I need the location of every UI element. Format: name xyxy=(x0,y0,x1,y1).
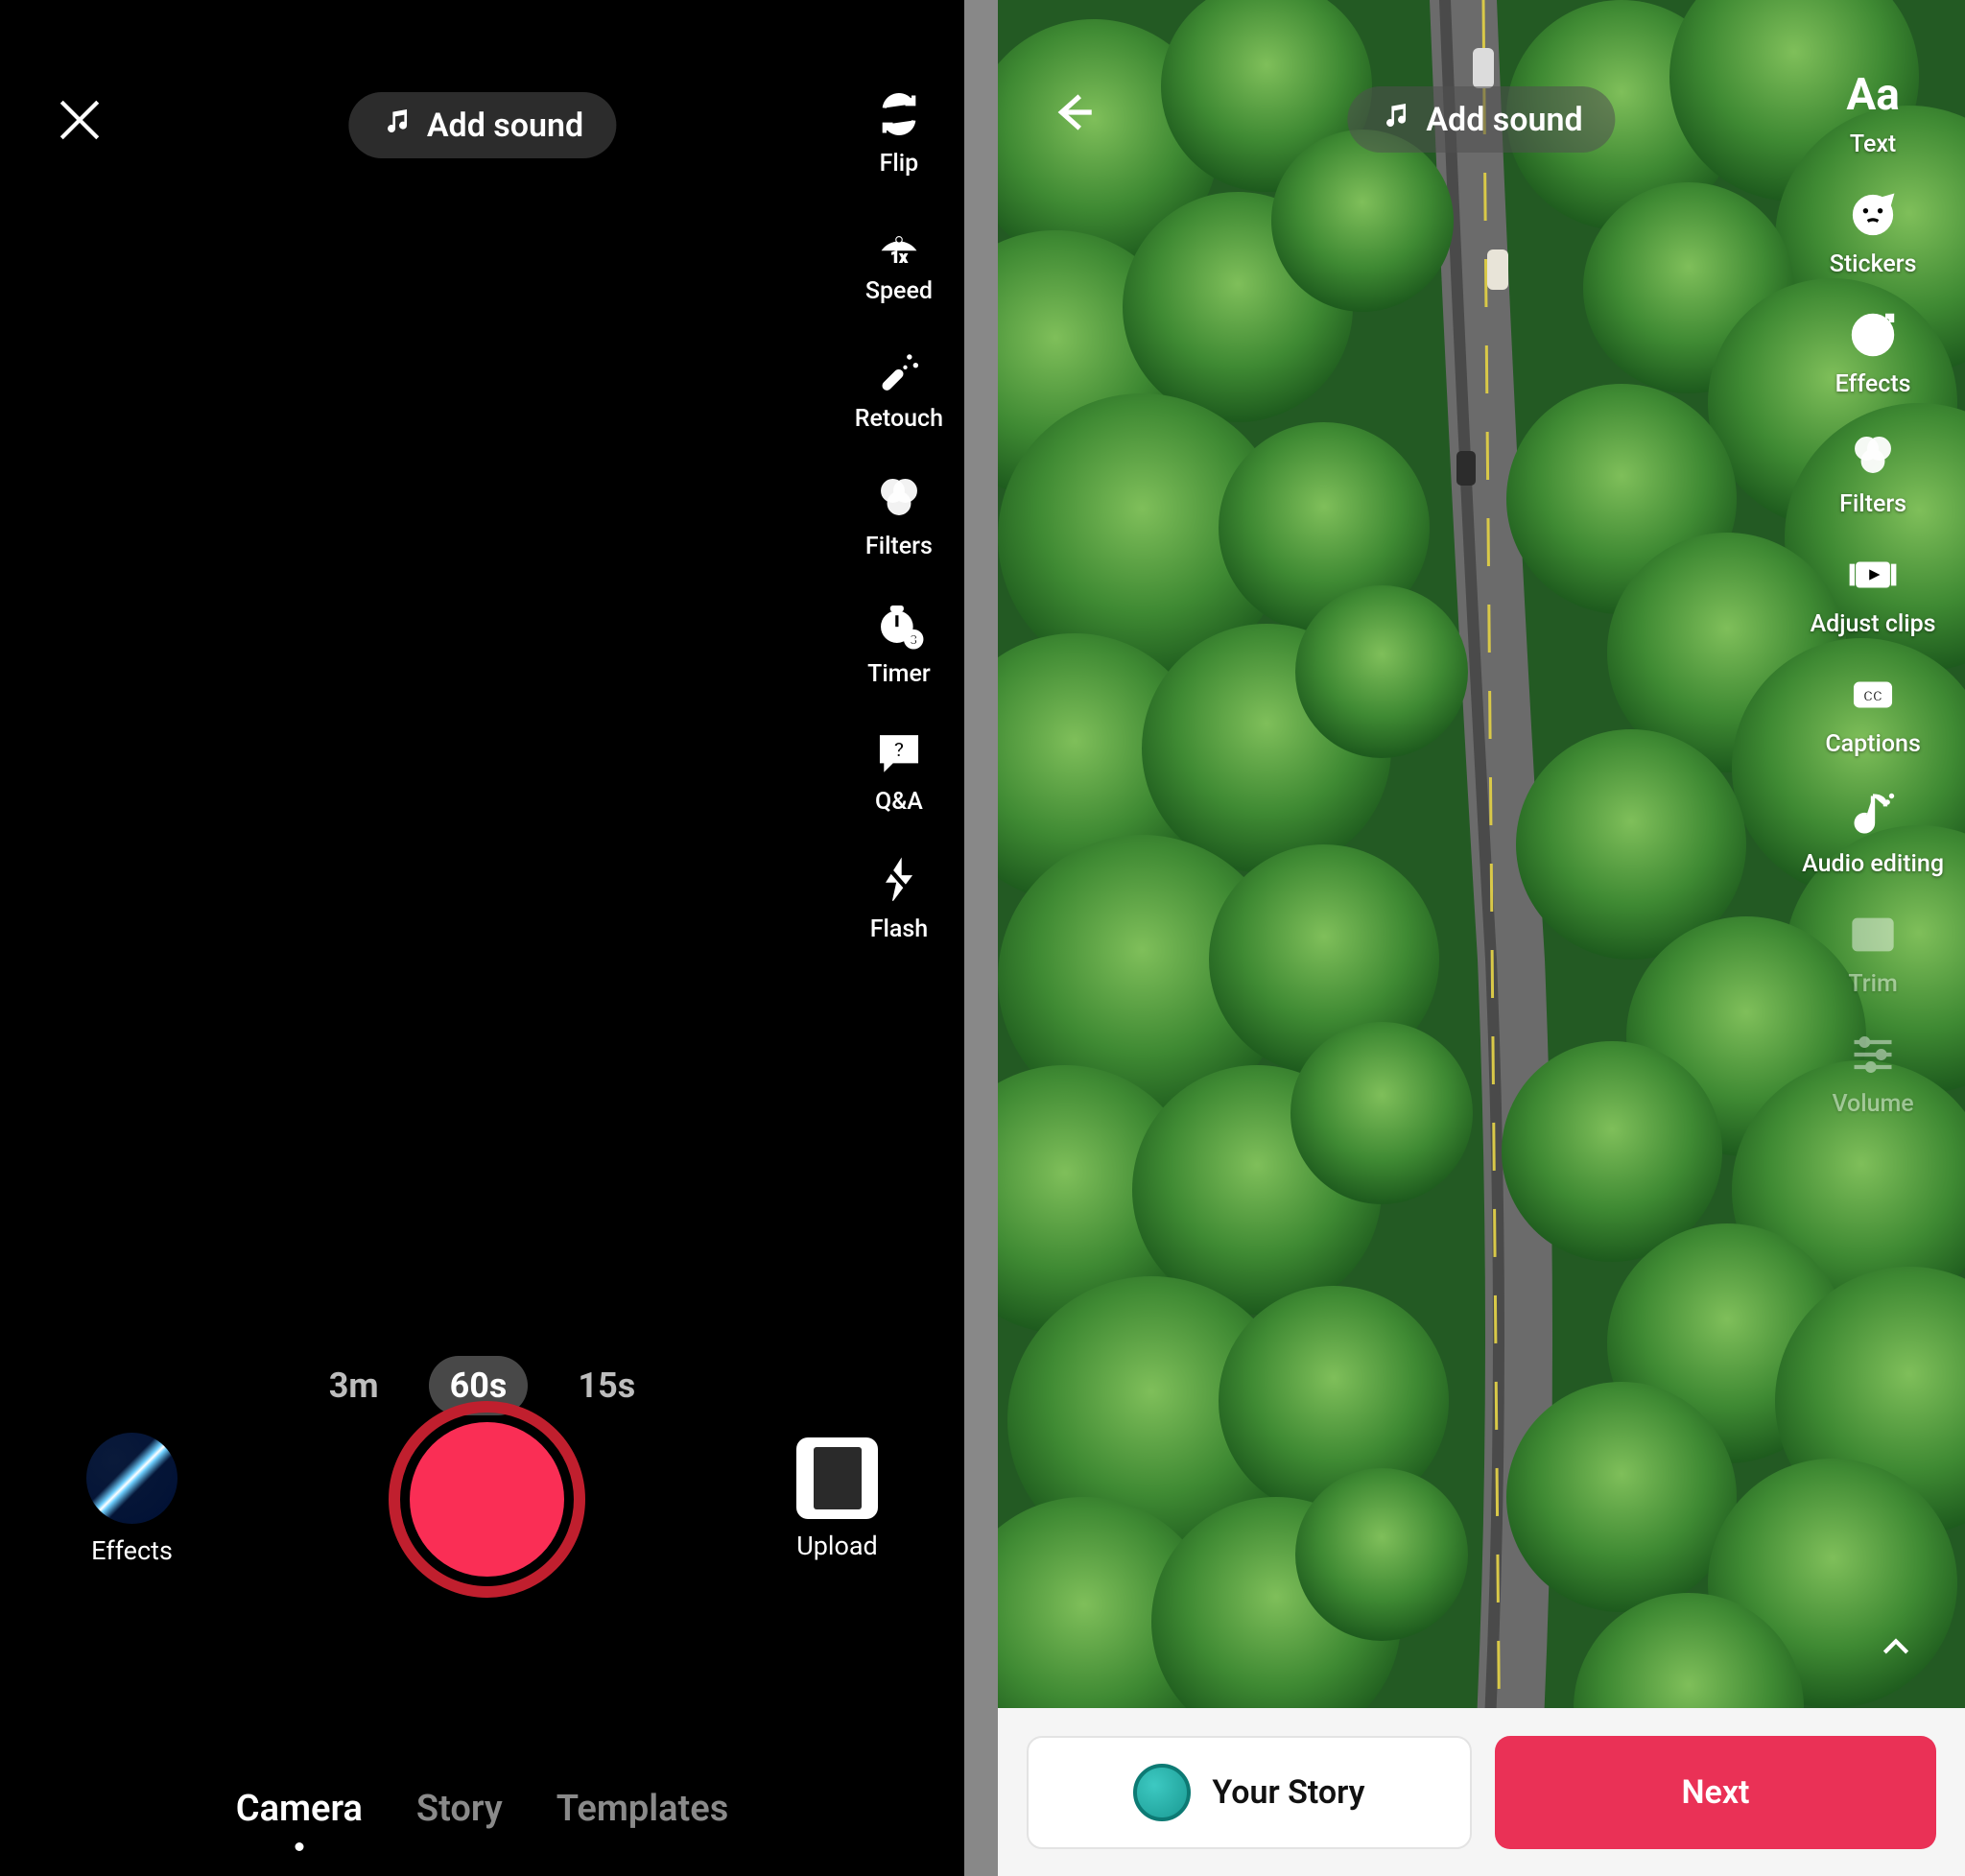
next-button[interactable]: Next xyxy=(1495,1736,1936,1849)
volume-button[interactable]: Volume xyxy=(1832,1027,1913,1118)
edit-bottom-bar: Your Story Next xyxy=(998,1708,1965,1876)
effects-button[interactable]: Effects xyxy=(1835,307,1911,398)
adjust-clips-button[interactable]: Adjust clips xyxy=(1811,547,1936,638)
captions-label: Captions xyxy=(1825,730,1921,758)
speed-button[interactable]: 1x Speed xyxy=(865,214,933,305)
globe-icon xyxy=(1133,1764,1191,1821)
flash-button[interactable]: Flash xyxy=(870,852,928,943)
back-arrow-icon xyxy=(1050,122,1098,140)
audio-editing-button[interactable]: Audio editing xyxy=(1802,787,1944,878)
effects-thumb-icon xyxy=(86,1433,178,1524)
filters-label: Filters xyxy=(865,533,933,560)
edit-tools-rail: Aa Text Stickers Effects Filters xyxy=(1802,67,1944,1118)
retouch-button[interactable]: Retouch xyxy=(855,342,943,433)
close-button[interactable] xyxy=(56,96,113,154)
flash-icon xyxy=(871,852,927,908)
add-sound-label: Add sound xyxy=(1426,101,1582,139)
retouch-icon xyxy=(871,342,927,397)
upload-label: Upload xyxy=(796,1531,878,1561)
effects-label: Effects xyxy=(1835,370,1911,398)
tab-story[interactable]: Story xyxy=(416,1788,503,1830)
audio-editing-label: Audio editing xyxy=(1802,850,1944,878)
filters-button[interactable]: Filters xyxy=(1839,427,1906,518)
next-label: Next xyxy=(1682,1773,1750,1812)
music-note-icon xyxy=(381,106,412,145)
timer-label: Timer xyxy=(867,660,931,688)
adjust-clips-icon xyxy=(1845,547,1901,603)
captions-button[interactable]: CC Captions xyxy=(1825,667,1921,758)
text-icon: Aa xyxy=(1845,67,1901,123)
volume-label: Volume xyxy=(1832,1090,1913,1118)
stickers-icon xyxy=(1845,187,1901,243)
stickers-label: Stickers xyxy=(1830,250,1917,278)
upload-thumb-icon xyxy=(796,1437,878,1519)
filters-label: Filters xyxy=(1839,490,1906,518)
tab-camera[interactable]: Camera xyxy=(236,1788,363,1830)
trim-button[interactable]: Trim xyxy=(1845,907,1901,998)
flip-button[interactable]: Flip xyxy=(871,86,927,178)
your-story-button[interactable]: Your Story xyxy=(1027,1736,1472,1849)
flash-label: Flash xyxy=(870,915,928,943)
timer-icon: 3 xyxy=(871,597,927,653)
camera-screen: Add sound Flip 1x Speed Retouch xyxy=(0,0,964,1876)
qa-button[interactable]: ? Q&A xyxy=(871,724,927,816)
bottom-actions: Effects Upload xyxy=(0,1401,964,1598)
back-button[interactable] xyxy=(1050,88,1107,146)
music-note-icon xyxy=(1380,100,1410,139)
svg-text:1x: 1x xyxy=(890,249,908,267)
effects-icon xyxy=(1845,307,1901,363)
add-sound-button[interactable]: Add sound xyxy=(1347,86,1615,153)
trim-icon xyxy=(1845,907,1901,962)
volume-icon xyxy=(1845,1027,1901,1082)
audio-editing-icon xyxy=(1845,787,1901,843)
speed-icon: 1x xyxy=(871,214,927,270)
tab-templates[interactable]: Templates xyxy=(556,1788,728,1830)
chevron-up-icon xyxy=(1877,1652,1915,1671)
close-icon xyxy=(56,130,104,148)
text-button[interactable]: Aa Text xyxy=(1845,67,1901,158)
mode-tabs: Camera Story Templates xyxy=(0,1788,964,1830)
record-core-icon xyxy=(410,1422,564,1577)
text-label: Text xyxy=(1850,131,1896,158)
svg-text:?: ? xyxy=(894,738,905,762)
edit-screen: Add sound Aa Text Stickers Effects xyxy=(998,0,1965,1876)
camera-tools-rail: Flip 1x Speed Retouch Filters xyxy=(855,86,943,943)
svg-text:CC: CC xyxy=(1863,688,1882,705)
collapse-tools-button[interactable] xyxy=(1877,1628,1923,1674)
add-sound-label: Add sound xyxy=(427,107,583,145)
filters-button[interactable]: Filters xyxy=(865,469,933,560)
your-story-label: Your Story xyxy=(1212,1773,1364,1812)
adjust-clips-label: Adjust clips xyxy=(1811,610,1936,638)
record-button[interactable] xyxy=(389,1401,585,1598)
flip-label: Flip xyxy=(880,150,919,178)
effects-button[interactable]: Effects xyxy=(86,1433,178,1566)
retouch-label: Retouch xyxy=(855,405,943,433)
effects-label: Effects xyxy=(91,1535,173,1566)
qa-label: Q&A xyxy=(875,788,923,816)
stickers-button[interactable]: Stickers xyxy=(1830,187,1917,278)
captions-icon: CC xyxy=(1845,667,1901,723)
timer-button[interactable]: 3 Timer xyxy=(867,597,931,688)
speed-label: Speed xyxy=(865,277,933,305)
trim-label: Trim xyxy=(1848,970,1897,998)
flip-icon xyxy=(871,86,927,142)
add-sound-button[interactable]: Add sound xyxy=(348,92,616,158)
svg-text:3: 3 xyxy=(910,633,917,649)
qa-icon: ? xyxy=(871,724,927,780)
filters-icon xyxy=(1845,427,1901,483)
upload-button[interactable]: Upload xyxy=(796,1437,878,1561)
filters-icon xyxy=(871,469,927,525)
